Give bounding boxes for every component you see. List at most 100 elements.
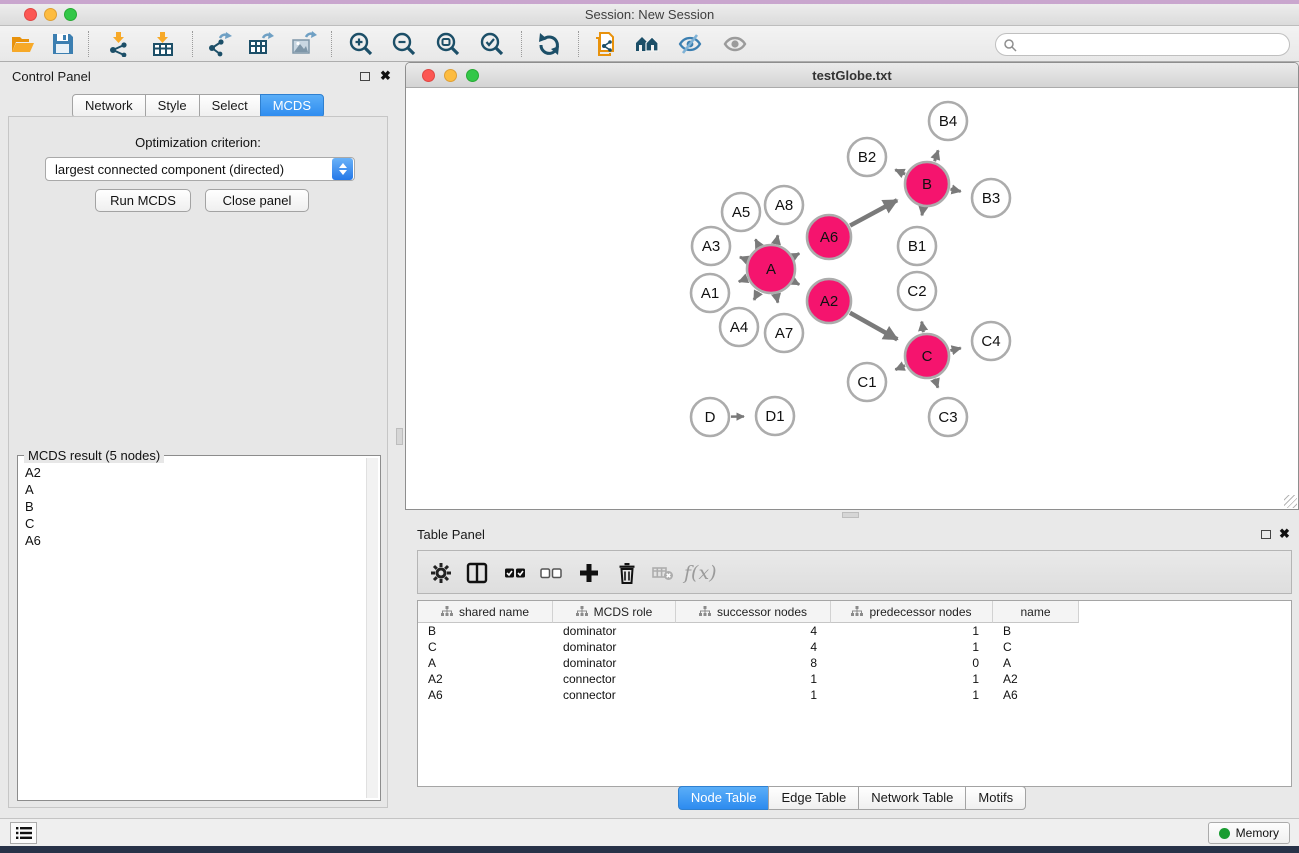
tab-select[interactable]: Select — [199, 94, 261, 118]
tab-edge-table[interactable]: Edge Table — [768, 786, 859, 810]
graph-edge-C-C1[interactable] — [895, 366, 905, 370]
mcds-result-item[interactable]: B — [20, 498, 365, 515]
search-input[interactable] — [1017, 36, 1289, 54]
graph-node-D1[interactable]: D1 — [756, 397, 794, 435]
network-graph[interactable]: B4B2BB3A8A5A6A3B1AC2A1A2A4A7C4CC1DD1C3 — [406, 89, 1298, 509]
resize-grip-icon[interactable] — [1284, 495, 1297, 508]
tab-style[interactable]: Style — [145, 94, 200, 118]
memory-button[interactable]: Memory — [1208, 822, 1290, 844]
save-session-icon[interactable] — [50, 31, 76, 57]
table-row[interactable]: Bdominator41B — [418, 623, 1291, 639]
import-table-icon[interactable] — [150, 31, 176, 57]
new-network-from-selection-icon[interactable] — [592, 31, 618, 57]
import-network-icon[interactable] — [106, 31, 132, 57]
open-file-icon[interactable] — [10, 31, 36, 57]
graph-edge-A2-C[interactable] — [850, 313, 897, 340]
graph-edge-B-B2[interactable] — [895, 170, 905, 174]
tab-mcds[interactable]: MCDS — [260, 94, 324, 118]
graph-edge-C-C3[interactable] — [935, 379, 938, 388]
zoom-selected-icon[interactable] — [479, 31, 505, 57]
graph-edge-C-C2[interactable] — [922, 322, 924, 333]
table-close-panel-icon[interactable]: ✖ — [1279, 526, 1290, 542]
columns-icon[interactable] — [466, 562, 488, 584]
select-all-icon[interactable] — [504, 562, 526, 584]
float-panel-icon[interactable] — [360, 72, 370, 81]
graph-node-C[interactable]: C — [905, 334, 949, 378]
export-image-icon[interactable] — [291, 31, 317, 57]
graph-node-C4[interactable]: C4 — [972, 322, 1010, 360]
mcds-result-item[interactable]: A2 — [20, 464, 365, 481]
graph-node-D[interactable]: D — [691, 398, 729, 436]
column-header-MCDS-role[interactable]: MCDS role — [553, 601, 676, 623]
network-canvas[interactable]: B4B2BB3A8A5A6A3B1AC2A1A2A4A7C4CC1DD1C3 — [406, 89, 1298, 509]
hide-selected-icon[interactable] — [677, 31, 703, 57]
function-builder-icon[interactable]: f(x) — [684, 562, 720, 584]
delete-table-icon[interactable] — [652, 562, 674, 584]
graph-node-C1[interactable]: C1 — [848, 363, 886, 401]
tab-network[interactable]: Network — [72, 94, 146, 118]
mcds-result-item[interactable]: C — [20, 515, 365, 532]
column-header-predecessor-nodes[interactable]: predecessor nodes — [831, 601, 993, 623]
zoom-out-icon[interactable] — [391, 31, 417, 57]
graph-edge-A-A4[interactable] — [754, 292, 758, 300]
search-field[interactable] — [995, 33, 1290, 56]
graph-edge-A-A2[interactable] — [794, 282, 799, 285]
graph-node-A6[interactable]: A6 — [807, 215, 851, 259]
graph-node-B1[interactable]: B1 — [898, 227, 936, 265]
mcds-result-item[interactable]: A — [20, 481, 365, 498]
graph-edge-A-A8[interactable] — [776, 235, 778, 243]
table-row[interactable]: Cdominator41C — [418, 639, 1291, 655]
graph-node-A3[interactable]: A3 — [692, 227, 730, 265]
graph-edge-A6-B[interactable] — [850, 200, 897, 225]
mcds-result-item[interactable]: A6 — [20, 532, 365, 549]
graph-edge-A-A5[interactable] — [755, 239, 758, 246]
column-header-shared-name[interactable]: shared name — [418, 601, 553, 623]
vertical-split-handle[interactable] — [396, 428, 403, 445]
delete-column-icon[interactable] — [616, 562, 638, 584]
graph-edge-A-A6[interactable] — [794, 253, 799, 256]
close-panel-icon[interactable]: ✖ — [380, 68, 391, 84]
result-scrollbar[interactable] — [366, 458, 378, 798]
table-row[interactable]: Adominator80A — [418, 655, 1291, 671]
graph-node-A[interactable]: A — [747, 245, 795, 293]
graph-node-A4[interactable]: A4 — [720, 308, 758, 346]
run-mcds-button[interactable]: Run MCDS — [95, 189, 191, 212]
table-float-panel-icon[interactable] — [1261, 530, 1271, 539]
add-column-icon[interactable] — [578, 562, 600, 584]
export-network-icon[interactable] — [206, 31, 232, 57]
tab-motifs[interactable]: Motifs — [965, 786, 1026, 810]
graph-node-B4[interactable]: B4 — [929, 102, 967, 140]
table-row[interactable]: A6connector11A6 — [418, 687, 1291, 703]
graph-node-B3[interactable]: B3 — [972, 179, 1010, 217]
apply-layout-icon[interactable] — [536, 31, 562, 57]
tab-node-table[interactable]: Node Table — [678, 786, 770, 810]
criterion-dropdown[interactable]: largest connected component (directed) — [45, 157, 355, 181]
column-header-name[interactable]: name — [993, 601, 1079, 623]
graph-node-C2[interactable]: C2 — [898, 272, 936, 310]
graph-edge-B-B3[interactable] — [950, 189, 960, 191]
graph-edge-B-B1[interactable] — [922, 208, 923, 216]
column-header-successor-nodes[interactable]: successor nodes — [676, 601, 831, 623]
first-neighbors-icon[interactable] — [634, 31, 660, 57]
task-history-button[interactable] — [10, 822, 37, 844]
graph-node-B2[interactable]: B2 — [848, 138, 886, 176]
graph-edge-B-B4[interactable] — [935, 150, 939, 161]
deselect-all-icon[interactable] — [540, 562, 562, 584]
graph-node-A7[interactable]: A7 — [765, 314, 803, 352]
graph-node-A8[interactable]: A8 — [765, 186, 803, 224]
show-all-icon[interactable] — [722, 31, 748, 57]
graph-edge-A-A1[interactable] — [739, 279, 747, 282]
graph-node-A5[interactable]: A5 — [722, 193, 760, 231]
gear-icon[interactable] — [430, 562, 452, 584]
graph-node-A2[interactable]: A2 — [807, 279, 851, 323]
graph-node-C3[interactable]: C3 — [929, 398, 967, 436]
graph-edge-C-C4[interactable] — [950, 348, 960, 350]
graph-edge-A-A3[interactable] — [740, 257, 747, 260]
close-panel-button[interactable]: Close panel — [205, 189, 309, 212]
graph-edge-A-A7[interactable] — [776, 294, 778, 302]
tab-network-table[interactable]: Network Table — [858, 786, 966, 810]
graph-node-B[interactable]: B — [905, 162, 949, 206]
zoom-in-icon[interactable] — [348, 31, 374, 57]
table-row[interactable]: A2connector11A2 — [418, 671, 1291, 687]
export-table-icon[interactable] — [248, 31, 274, 57]
